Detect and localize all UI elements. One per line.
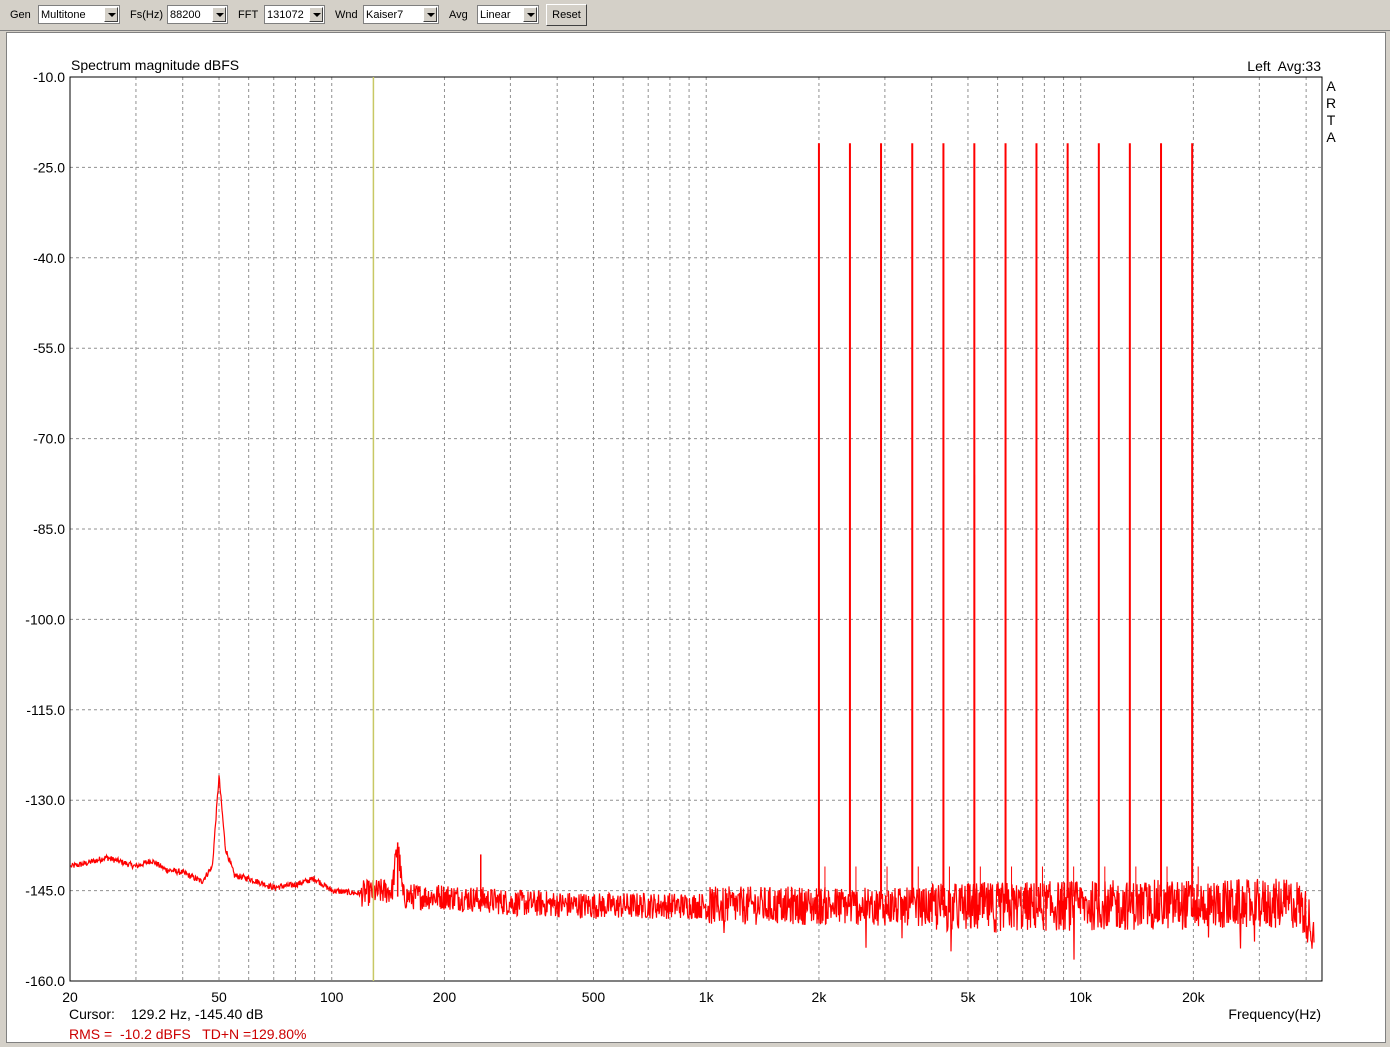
wnd-label: Wnd (335, 9, 358, 21)
x-tick-label: 50 (211, 989, 227, 1005)
brand-letter: A (1326, 78, 1336, 94)
spectrum-chart[interactable]: -10.0 -25.0 -40.0 -55.0 -70.0 -85.0 -100.0 -115… (7, 33, 1385, 1042)
y-tick-label: -85.0 (33, 521, 65, 537)
grid (70, 76, 1322, 982)
chevron-down-icon[interactable] (423, 7, 437, 22)
brand-letter: T (1327, 112, 1336, 128)
chevron-down-icon[interactable] (212, 7, 226, 22)
y-tick-label: -100.0 (25, 611, 65, 627)
generator-select[interactable]: Multitone (38, 5, 120, 24)
brand-letter: R (1326, 95, 1336, 111)
y-tick-label: -70.0 (33, 431, 65, 447)
y-tick-label: -40.0 (33, 250, 65, 266)
window-value: Kaiser7 (366, 9, 404, 21)
x-tick-label: 100 (320, 989, 344, 1005)
x-tick-label: 500 (582, 989, 606, 1005)
x-tick-label: 5k (961, 989, 977, 1005)
y-tick-label: -145.0 (25, 883, 65, 899)
brand-letter: A (1326, 129, 1336, 145)
sample-rate-value: 88200 (170, 9, 201, 21)
cursor-label: Cursor: (69, 1006, 115, 1022)
averaging-select[interactable]: Linear (477, 5, 539, 24)
x-tick-label: 1k (699, 989, 715, 1005)
chart-title: Spectrum magnitude dBFS (71, 57, 239, 73)
arta-brand: ARTA (1326, 78, 1336, 145)
rms-readout: RMS = -10.2 dBFS TD+N =129.80% (69, 1026, 306, 1042)
gen-label: Gen (10, 9, 31, 21)
averaging-value: Linear (480, 9, 511, 21)
spectrum-plot-panel[interactable]: -10.0 -25.0 -40.0 -55.0 -70.0 -85.0 -100.0 -115… (6, 32, 1386, 1043)
x-axis-label: Frequency(Hz) (1228, 1006, 1321, 1022)
fft-size-value: 131072 (267, 9, 304, 21)
y-axis: -10.0 -25.0 -40.0 -55.0 -70.0 -85.0 -100.0 -115… (25, 69, 65, 989)
channel-info: Left Avg:33 (1247, 58, 1321, 74)
x-tick-label: 2k (812, 989, 828, 1005)
y-tick-label: -130.0 (25, 792, 65, 808)
x-tick-label: 20k (1182, 989, 1206, 1005)
y-tick-label: -10.0 (33, 69, 65, 85)
fft-label: FFT (238, 9, 259, 21)
x-tick-label: 200 (433, 989, 457, 1005)
cursor-value: 129.2 Hz, -145.40 dB (131, 1006, 263, 1022)
reset-button[interactable]: Reset (546, 4, 587, 26)
chevron-down-icon[interactable] (309, 7, 323, 22)
fs-label: Fs(Hz) (130, 9, 163, 21)
window-select[interactable]: Kaiser7 (363, 5, 439, 24)
toolbar: Gen Multitone Fs(Hz) 88200 FFT 131072 Wn… (0, 0, 1390, 31)
x-tick-label: 10k (1069, 989, 1093, 1005)
generator-value: Multitone (41, 9, 86, 21)
chevron-down-icon[interactable] (104, 7, 118, 22)
y-tick-label: -160.0 (25, 973, 65, 989)
fft-size-select[interactable]: 131072 (264, 5, 325, 24)
chevron-down-icon[interactable] (523, 7, 537, 22)
y-tick-label: -115.0 (26, 702, 65, 718)
y-tick-label: -55.0 (33, 340, 65, 356)
noise-floor-trace (70, 775, 1315, 960)
y-tick-label: -25.0 (33, 159, 65, 175)
x-axis: 20 50 100 200 500 1k 2k 5k 10k 20k (62, 989, 1205, 1005)
avg-label: Avg (449, 9, 468, 21)
trace-layer (70, 143, 1315, 960)
x-tick-label: 20 (62, 989, 78, 1005)
sample-rate-select[interactable]: 88200 (167, 5, 228, 24)
